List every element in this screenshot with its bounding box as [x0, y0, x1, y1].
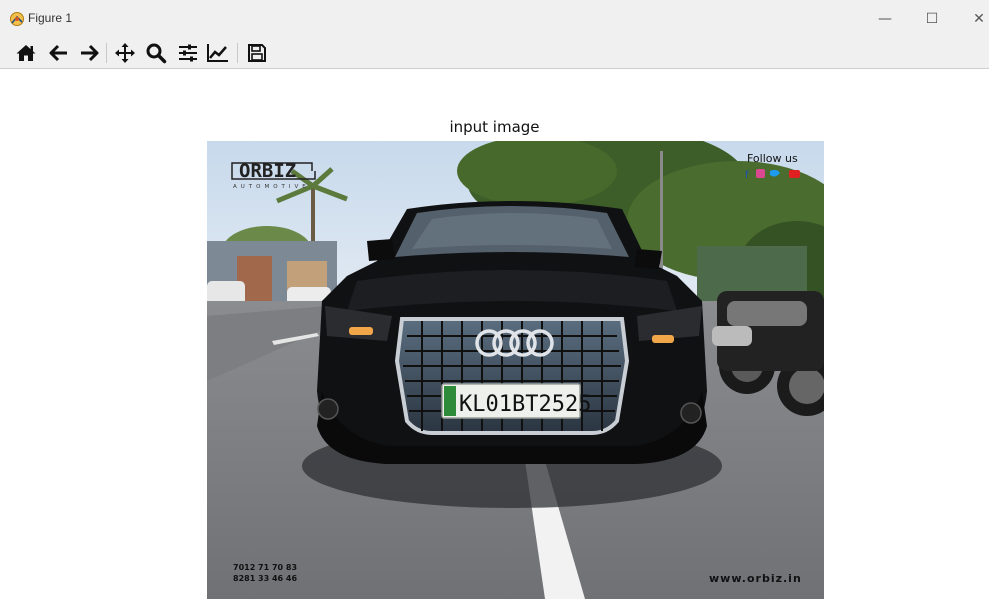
toolbar-separator [106, 43, 107, 63]
website-text: www.orbiz.in [709, 572, 802, 585]
facebook-icon: f [745, 170, 749, 181]
figure-canvas[interactable]: input image KL01BT2525 ORBIZ AUTOMOTIVE … [0, 69, 989, 599]
back-arrow-icon [49, 44, 67, 62]
home-icon [16, 45, 36, 61]
matplotlib-app-icon [10, 12, 24, 26]
forward-arrow-icon [81, 44, 99, 62]
subplots-button[interactable] [175, 40, 201, 66]
edit-axis-icon [207, 44, 228, 62]
back-button[interactable] [46, 40, 72, 66]
zoom-icon [146, 43, 167, 64]
car-photo: KL01BT2525 ORBIZ AUTOMOTIVE Follow us f … [207, 141, 824, 599]
phone-number-2: 8281 33 46 46 [233, 574, 297, 583]
toolbar-separator [237, 43, 238, 63]
figure-title: input image [449, 118, 540, 136]
pan-icon [115, 43, 135, 63]
customize-button[interactable] [205, 40, 231, 66]
forward-button[interactable] [76, 40, 102, 66]
save-button[interactable] [244, 40, 270, 66]
follow-us-label: Follow us [747, 152, 798, 165]
close-button[interactable]: ✕ [965, 8, 989, 30]
window-titlebar: Figure 1 — ☐ ✕ [0, 0, 989, 37]
pan-button[interactable] [112, 40, 138, 66]
logo-subtext: AUTOMOTIVE [233, 184, 310, 190]
youtube-icon [789, 170, 800, 178]
zoom-button[interactable] [143, 40, 169, 66]
logo-text: ORBIZ [239, 160, 296, 182]
phone-number-1: 7012 71 70 83 [233, 563, 297, 572]
window-title: Figure 1 [28, 11, 73, 25]
minimize-button[interactable]: — [871, 8, 899, 30]
license-plate-text: KL01BT2525 [459, 392, 591, 417]
image-axes[interactable]: KL01BT2525 ORBIZ AUTOMOTIVE Follow us f … [207, 141, 824, 599]
instagram-icon [756, 169, 765, 178]
subplots-icon [179, 44, 197, 62]
save-icon [248, 44, 266, 62]
home-button[interactable] [13, 40, 39, 66]
navigation-toolbar [0, 37, 989, 69]
maximize-button[interactable]: ☐ [918, 8, 946, 30]
